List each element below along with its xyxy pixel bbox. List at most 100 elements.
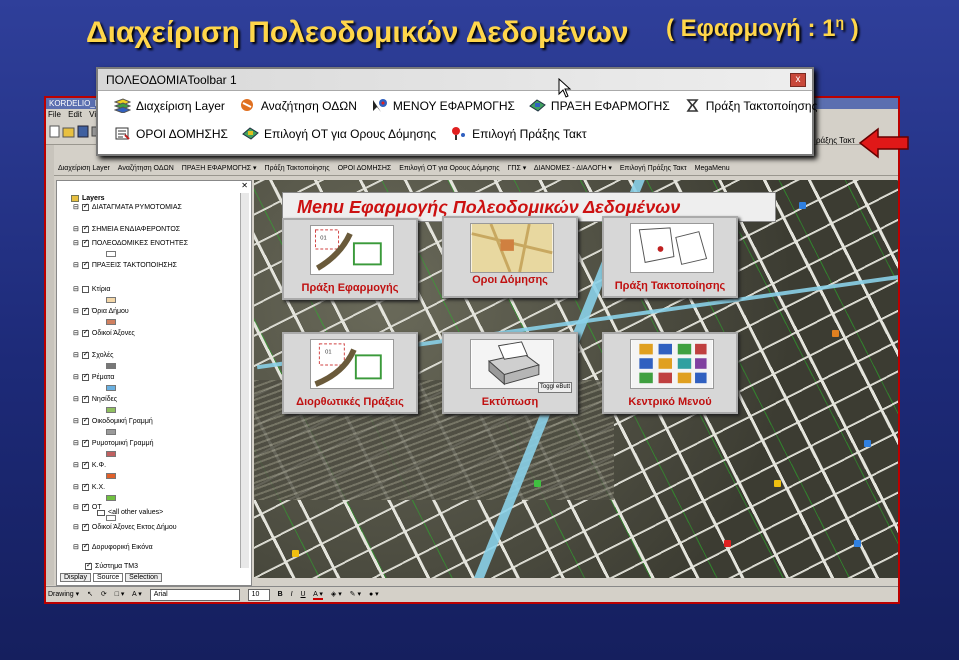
float-item-menu[interactable]: ΜΕΝΟΥ ΕΦΑΡΜΟΓΗΣ: [371, 98, 515, 113]
expand-icon[interactable]: ⊟: [73, 203, 79, 211]
text-icon[interactable]: A ▾: [132, 591, 142, 598]
float-item-ot[interactable]: Επιλογή ΟΤ για Ορους Δόμησης: [242, 126, 436, 141]
float-item-search[interactable]: Αναζήτηση ΟΔΩΝ: [239, 98, 357, 113]
expand-icon[interactable]: ⊟: [73, 483, 79, 491]
layer-checkbox[interactable]: [81, 285, 89, 293]
docked-item-dianomes[interactable]: ΔΙΑΝΟΜΕΣ - ΔΙΑΛΟΓΗ ▾: [534, 165, 612, 172]
expand-icon[interactable]: ⊟: [73, 395, 79, 403]
underline-button[interactable]: U: [301, 591, 306, 598]
docked-item-search[interactable]: Αναζήτηση ΟΔΩΝ: [118, 165, 174, 172]
toc-layer[interactable]: ⊟ Κτίρια: [73, 285, 110, 293]
docked-item-layer[interactable]: Διαχείριση Layer: [58, 165, 110, 172]
toc-layer[interactable]: ⊟ Ρυμοτομική Γραμμή: [73, 438, 154, 448]
line-color-icon[interactable]: ✎ ▾: [350, 591, 361, 598]
layer-checkbox[interactable]: [81, 224, 89, 233]
toc-layer[interactable]: ⊟ Κ.Χ.: [73, 482, 105, 492]
layer-checkbox[interactable]: [81, 306, 89, 315]
expand-icon[interactable]: ⊟: [73, 543, 79, 551]
expand-icon[interactable]: ⊟: [73, 351, 79, 359]
docked-item-epilogi[interactable]: Επιλογή Πράξης Τακτ: [620, 165, 687, 172]
toc-scrollbar[interactable]: [240, 193, 249, 568]
toc-layer[interactable]: ⊟ Οικοδομική Γραμμή: [73, 416, 153, 426]
toc-layer[interactable]: ⊟ Σχολές: [73, 350, 113, 360]
floating-toolbar-title[interactable]: ΠΟΛΕΟΔΟΜΙΑToolbar 1: [98, 69, 812, 91]
expand-icon[interactable]: ⊟: [73, 285, 79, 293]
docked-item-ot[interactable]: Επιλογή ΟΤ για Ορους Δόμησης: [399, 165, 499, 172]
docked-item-taktop[interactable]: Πράξη Τακτοποίησης: [265, 165, 330, 172]
layer-checkbox[interactable]: [81, 522, 89, 531]
toc-layer[interactable]: ⊟ ΔΙΑΤΑΓΜΑΤΑ ΡΥΜΟΤΟΜΙΑΣ: [73, 202, 182, 212]
tile-kentriko-menou[interactable]: Κεντρικό Μενού: [602, 332, 738, 414]
toc-layer[interactable]: ⊟ Οδικοί Άξονες Εκτος Δήμου: [73, 522, 177, 532]
toc-layer[interactable]: ⊟ Κ.Φ.: [73, 460, 106, 470]
docked-item-praxi[interactable]: ΠΡΑΞΗ ΕΦΑΡΜΟΓΗΣ ▾: [182, 165, 257, 172]
layer-checkbox[interactable]: [81, 260, 89, 269]
font-combo[interactable]: Arial: [149, 589, 240, 601]
expand-icon[interactable]: ⊟: [73, 503, 79, 511]
fill-color-icon[interactable]: ◈ ▾: [331, 591, 342, 598]
float-item-oroi[interactable]: ΟΡΟΙ ΔΟΜΗΣΗΣ: [114, 126, 228, 141]
layer-checkbox[interactable]: [81, 482, 89, 491]
expand-icon[interactable]: ⊟: [73, 261, 79, 269]
expand-icon[interactable]: ⊟: [73, 417, 79, 425]
docked-item-megamenu[interactable]: MegaMenu: [695, 165, 730, 172]
toc-layer[interactable]: ⊟ ΠΟΛΕΟΔΟΜΙΚΕΣ ΕΝΟΤΗΤΕΣ: [73, 238, 188, 248]
layer-checkbox[interactable]: [81, 438, 89, 447]
expand-icon[interactable]: ⊟: [73, 307, 79, 315]
footer-group-checkbox[interactable]: [85, 561, 92, 570]
tab-source[interactable]: Source: [92, 573, 124, 582]
marker-color-icon[interactable]: ● ▾: [369, 591, 379, 598]
layer-checkbox[interactable]: [81, 372, 89, 381]
layer-checkbox[interactable]: [81, 350, 89, 359]
expand-icon[interactable]: ⊟: [73, 373, 79, 381]
expand-icon[interactable]: ⊟: [73, 225, 79, 233]
expand-icon[interactable]: ⊟: [73, 461, 79, 469]
toc-layer[interactable]: ⊟ ΠΡΑΞΕΙΣ ΤΑΚΤΟΠΟΙΗΣΗΣ: [73, 260, 177, 270]
rectangle-icon[interactable]: □ ▾: [115, 591, 125, 598]
float-item-layer[interactable]: Διαχείριση Layer: [114, 98, 225, 113]
layer-checkbox[interactable]: [81, 416, 89, 425]
float-item-taktop[interactable]: Πράξη Τακτοποίησης: [684, 98, 817, 113]
tile-praxi-taktopoiisis[interactable]: Πράξη Τακτοποίησης: [602, 216, 738, 298]
tile-ektyposi[interactable]: Toggl eButt Εκτύπωση: [442, 332, 578, 414]
tile-praxi-efarmogis[interactable]: 01 Πράξη Εφαρμογής: [282, 218, 418, 300]
drawing-menu[interactable]: Drawing ▾: [48, 591, 79, 598]
tab-selection[interactable]: Selection: [125, 573, 162, 582]
toc-layer[interactable]: ⊟ ΣΗΜΕΙΑ ΕΝΔΙΑΦΕΡΟΝΤΟΣ: [73, 224, 180, 234]
select-arrow-icon[interactable]: ↖: [87, 591, 93, 598]
float-item-epilogi[interactable]: Επιλογή Πράξης Τακτ: [450, 126, 587, 141]
menu-edit[interactable]: Edit: [68, 110, 82, 119]
menu-file[interactable]: File: [48, 110, 61, 119]
expand-icon[interactable]: ⊟: [73, 329, 79, 337]
layer-checkbox[interactable]: [81, 328, 89, 337]
italic-button[interactable]: I: [291, 591, 293, 598]
font-color-icon[interactable]: A ▾: [313, 591, 323, 600]
toc-footer-group[interactable]: Σύστημα ΤΜ3: [85, 561, 138, 570]
expand-icon[interactable]: ⊟: [73, 523, 79, 531]
layer-checkbox[interactable]: [81, 542, 89, 551]
layer-checkbox[interactable]: [81, 460, 89, 469]
tab-display[interactable]: Display: [60, 573, 91, 582]
toc-layer[interactable]: ⊟ Ρέματα: [73, 372, 114, 382]
docked-right-label[interactable]: ράξης Τακτ: [816, 136, 855, 145]
layer-checkbox[interactable]: [81, 394, 89, 403]
bold-button[interactable]: B: [278, 591, 283, 598]
close-icon[interactable]: x: [790, 73, 806, 87]
expand-icon[interactable]: ⊟: [73, 239, 79, 247]
layer-checkbox[interactable]: [81, 502, 89, 511]
toc-layer[interactable]: ⊟ Νησίδες: [73, 394, 117, 404]
layer-checkbox[interactable]: [81, 202, 89, 211]
toggle-button[interactable]: Toggl eButt: [537, 382, 572, 393]
toc-close-icon[interactable]: ✕: [241, 181, 248, 190]
toc-layer[interactable]: ⊟ Δορυφορική Εικόνα: [73, 542, 153, 552]
tile-diorthotikes-praxeis[interactable]: 01 Διορθωτικές Πράξεις: [282, 332, 418, 414]
rotate-icon[interactable]: ⟳: [101, 591, 107, 598]
layer-checkbox[interactable]: [81, 238, 89, 247]
docked-item-gps[interactable]: ΓΠΣ ▾: [508, 165, 527, 172]
docked-item-oroi[interactable]: ΟΡΟΙ ΔΟΜΗΣΗΣ: [338, 165, 392, 172]
map-view[interactable]: Menu Εφαρμογής Πολεοδομικών Δεδομένων 01…: [254, 180, 898, 578]
expand-icon[interactable]: ⊟: [73, 439, 79, 447]
toc-layer[interactable]: ⊟ Όρια Δήμου: [73, 306, 129, 316]
float-item-praxi[interactable]: ΠΡΑΞΗ ΕΦΑΡΜΟΓΗΣ: [529, 98, 670, 113]
size-combo[interactable]: 10: [247, 589, 270, 601]
